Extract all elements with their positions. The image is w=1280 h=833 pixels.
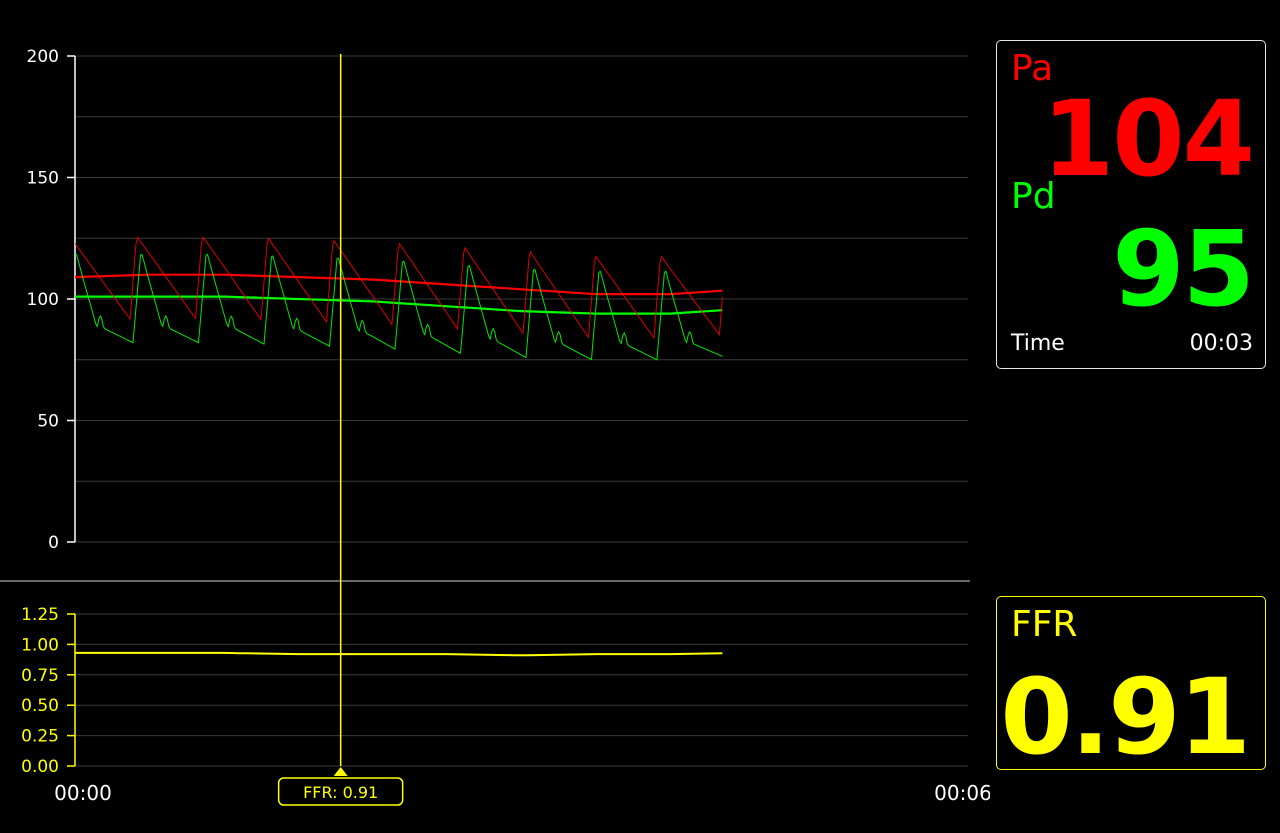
pressure-tick-label: 150 [27, 169, 59, 189]
axes [67, 55, 76, 767]
pd-value: 95 [1112, 208, 1255, 330]
pd-label: Pd [1011, 176, 1056, 217]
ffr-tick-label: 0.50 [21, 696, 59, 716]
pressure-tick-label: 50 [37, 412, 59, 432]
cursor-label: FFR: 0.91 [303, 783, 378, 802]
ffr-label: FFR [1011, 604, 1078, 645]
time-cursor[interactable]: FFR: 0.91 [277, 54, 404, 806]
ffr-readout-panel: FFR 0.91 [996, 596, 1266, 770]
pressure-readout-panel: Pa 104 Pd 95 Time 00:03 [996, 40, 1266, 369]
ffr-value: 0.91 [1000, 656, 1251, 778]
series-lines [74, 235, 723, 657]
time-value: 00:03 [1189, 331, 1253, 356]
ffr-tick-label: 0.25 [21, 727, 59, 747]
grid [75, 55, 968, 767]
pressure-tick-label: 0 [48, 533, 59, 553]
x-tick-label-end: 00:06 [934, 781, 990, 805]
x-tick-label-start: 00:00 [54, 781, 112, 805]
ffr-line [75, 651, 723, 657]
pressure-chart: 0 50 100 150 200 0.00 0.25 0.50 0.75 1.00 1.25 00:0… [0, 47, 990, 806]
pulsatile-trace-pa [74, 235, 723, 340]
tick-labels: 0 50 100 150 200 0.00 0.25 0.50 0.75 1.00 1.25 00:0… [21, 47, 990, 805]
pressure-tick-label: 200 [27, 47, 59, 67]
pa-value: 104 [1041, 78, 1255, 200]
cursor-marker [333, 767, 348, 776]
ffr-tick-label: 1.25 [21, 605, 59, 625]
pulsatile-trace-pd [74, 253, 723, 361]
ffr-tick-label: 1.00 [21, 635, 59, 655]
ffr-tick-label: 0.00 [21, 757, 59, 777]
mean-line-pa [74, 273, 723, 296]
time-label: Time [1011, 331, 1065, 356]
ffr-tick-label: 0.75 [21, 666, 59, 686]
pressure-tick-label: 100 [27, 290, 59, 310]
